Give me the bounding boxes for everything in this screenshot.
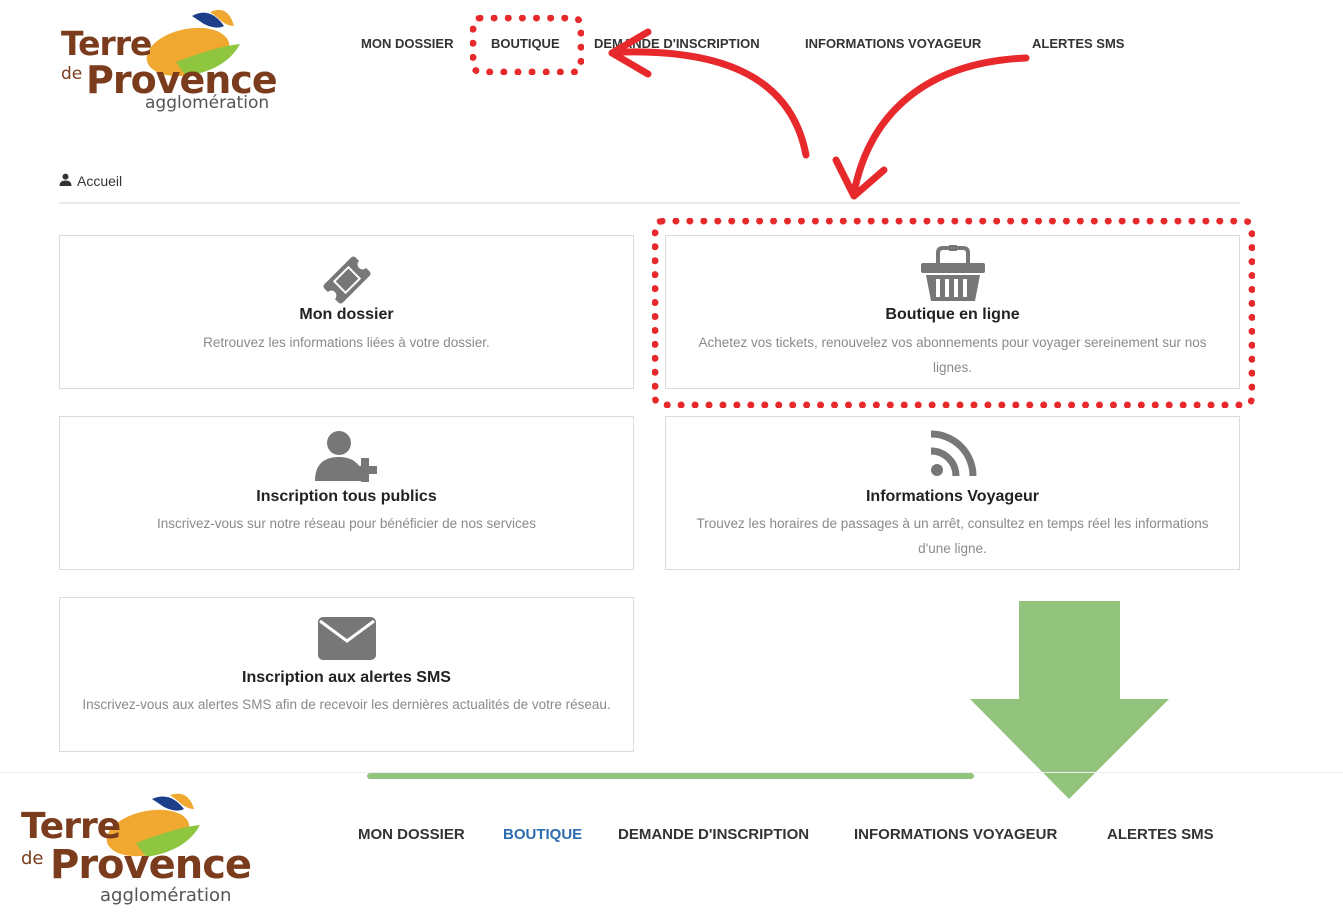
nav-demande-inscription[interactable]: DEMANDE D'INSCRIPTION xyxy=(618,826,809,843)
logo-word-provence: Provence xyxy=(50,842,252,888)
logo-word-de: de xyxy=(21,848,44,869)
logo-word-terre: Terre xyxy=(21,806,121,847)
nav-mon-dossier[interactable]: MON DOSSIER xyxy=(358,826,465,843)
logo-word-agglomeration: agglomération xyxy=(100,885,232,906)
nav-informations-voyageur[interactable]: INFORMATIONS VOYAGEUR xyxy=(854,826,1057,843)
green-underline-stroke xyxy=(367,773,974,779)
curved-arrow-to-nav xyxy=(618,48,810,159)
nav-boutique-active[interactable]: BOUTIQUE xyxy=(503,826,582,843)
green-down-arrow xyxy=(970,601,1169,799)
logo-bottom[interactable]: Terre de Provence agglomération xyxy=(18,793,252,913)
nav-alertes-sms[interactable]: ALERTES SMS xyxy=(1107,826,1214,843)
